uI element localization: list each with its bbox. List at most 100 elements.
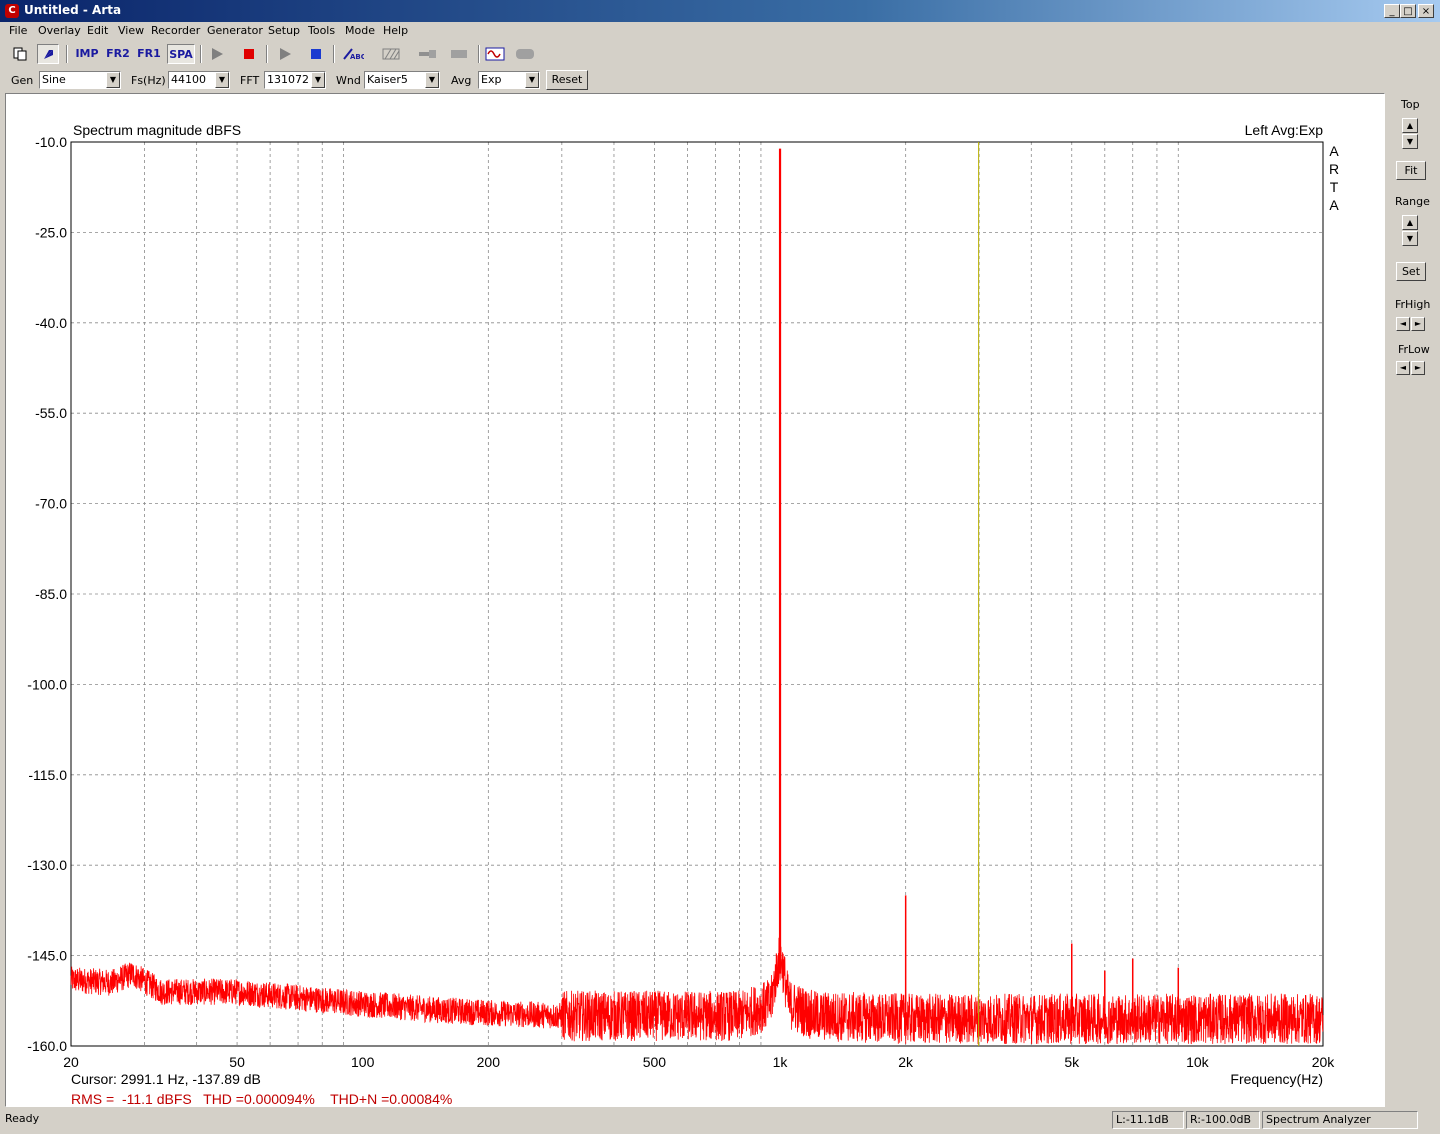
range-up-icon[interactable]: ▲ (1402, 215, 1418, 230)
status-ready: Ready (5, 1112, 40, 1125)
gray-rect-icon[interactable] (446, 44, 472, 64)
control-bar: Gen Sine ▼ Fs(Hz) 44100 ▼ FFT 131072 ▼ W… (0, 68, 1440, 92)
imp-mode-button[interactable]: IMP (74, 44, 100, 64)
play-generator-icon[interactable] (274, 44, 296, 64)
wnd-label: Wnd (336, 74, 361, 87)
y-tick-label: -145.0 (27, 948, 67, 964)
rms-thd-readout: RMS = -11.1 dBFS THD =0.000094% THD+N =0… (71, 1091, 452, 1106)
spectrum-chart[interactable]: -10.0 -25.0 -40.0 -55.0 -70.0 -85.0 -100.0 -115… (6, 94, 1384, 1106)
stop-icon[interactable] (305, 44, 327, 64)
minimize-icon[interactable]: _ (1384, 4, 1400, 18)
spa-mode-button[interactable]: SPA (167, 44, 195, 64)
x-axis-label: Frequency(Hz) (1230, 1071, 1323, 1087)
play-icon[interactable] (206, 44, 228, 64)
menu-setup[interactable]: Setup (268, 24, 300, 37)
y-tick-label: -70.0 (35, 496, 67, 512)
frhigh-right-icon[interactable]: ► (1411, 317, 1425, 331)
y-tick-label: -40.0 (35, 315, 67, 331)
avg-select[interactable]: Exp ▼ (478, 71, 540, 89)
spectrum-plot-panel[interactable]: -10.0 -25.0 -40.0 -55.0 -70.0 -85.0 -100.0 -115… (5, 93, 1385, 1107)
status-right-level: R:-100.0dB (1186, 1111, 1260, 1129)
fft-select[interactable]: 131072 ▼ (264, 71, 326, 89)
toolbar-separator (266, 45, 268, 63)
top-up-icon[interactable]: ▲ (1402, 118, 1418, 133)
fs-label: Fs(Hz) (131, 74, 166, 87)
range-down-icon[interactable]: ▼ (1402, 231, 1418, 246)
probe-icon[interactable] (415, 44, 441, 64)
avg-label: Avg (451, 74, 472, 87)
fit-button[interactable]: Fit (1396, 161, 1426, 180)
menu-file[interactable]: File (9, 24, 27, 37)
abc-overlay-icon[interactable]: ABC (340, 44, 366, 64)
y-tick-label: -55.0 (35, 405, 67, 421)
menu-tools[interactable]: Tools (308, 24, 335, 37)
y-tick-label: -10.0 (35, 134, 67, 150)
wnd-value: Kaiser5 (367, 73, 408, 86)
fr2-mode-button[interactable]: FR2 (105, 44, 131, 64)
fft-label: FFT (240, 74, 260, 87)
gen-select[interactable]: Sine ▼ (39, 71, 121, 89)
fr1-mode-button[interactable]: FR1 (136, 44, 162, 64)
frlow-left-icon[interactable]: ◄ (1396, 361, 1410, 375)
frhigh-left-icon[interactable]: ◄ (1396, 317, 1410, 331)
arta-app-icon[interactable]: C (5, 4, 19, 18)
chevron-down-icon[interactable]: ▼ (106, 72, 120, 88)
x-tick-label: 2k (898, 1054, 914, 1070)
x-tick-label: 20 (63, 1054, 79, 1070)
set-button[interactable]: Set (1396, 262, 1426, 281)
gen-label: Gen (11, 74, 34, 87)
arta-watermark-letter: R (1329, 161, 1339, 177)
y-tick-label: -100.0 (27, 676, 67, 692)
fs-value: 44100 (171, 73, 206, 86)
status-left-level: L:-11.1dB (1112, 1111, 1184, 1129)
avg-value: Exp (481, 73, 502, 86)
range-label: Range (1395, 195, 1430, 208)
maximize-icon[interactable]: □ (1400, 4, 1416, 18)
x-tick-label: 10k (1186, 1054, 1210, 1070)
hatched-icon[interactable] (378, 44, 404, 64)
window-title: Untitled - Arta (24, 3, 122, 17)
x-tick-label: 500 (643, 1054, 667, 1070)
status-bar: Ready L:-11.1dB R:-100.0dB Spectrum Anal… (0, 1109, 1440, 1134)
new-document-icon[interactable] (9, 44, 31, 64)
gen-value: Sine (42, 73, 66, 86)
cursor-readout: Cursor: 2991.1 Hz, -137.89 dB (71, 1071, 261, 1087)
chevron-down-icon[interactable]: ▼ (525, 72, 539, 88)
main-toolbar: IMP FR2 FR1 SPA ABC (0, 42, 1440, 66)
fs-select[interactable]: 44100 ▼ (168, 71, 230, 89)
close-icon[interactable]: × (1418, 4, 1434, 18)
chevron-down-icon[interactable]: ▼ (215, 72, 229, 88)
x-tick-label: 5k (1064, 1054, 1080, 1070)
frlow-right-icon[interactable]: ► (1411, 361, 1425, 375)
y-tick-label: -160.0 (27, 1038, 67, 1054)
spectrum-noise-trace (70, 937, 1324, 1045)
top-down-icon[interactable]: ▼ (1402, 134, 1418, 149)
menu-generator[interactable]: Generator (207, 24, 263, 37)
menu-mode[interactable]: Mode (345, 24, 375, 37)
chevron-down-icon[interactable]: ▼ (311, 72, 325, 88)
menu-edit[interactable]: Edit (87, 24, 108, 37)
record-stop-icon[interactable] (238, 44, 260, 64)
y-tick-label: -25.0 (35, 224, 67, 240)
menu-recorder[interactable]: Recorder (151, 24, 200, 37)
menu-overlay[interactable]: Overlay (38, 24, 81, 37)
top-label: Top (1401, 98, 1420, 111)
reset-button[interactable]: Reset (546, 70, 588, 90)
svg-text:ABC: ABC (350, 53, 364, 61)
fft-value: 131072 (267, 73, 309, 86)
menu-view[interactable]: View (118, 24, 144, 37)
sine-wave-icon[interactable] (483, 44, 507, 64)
x-tick-label: 100 (351, 1054, 375, 1070)
y-tick-label: -85.0 (35, 586, 67, 602)
y-tick-label: -130.0 (27, 857, 67, 873)
gray-rounded-icon[interactable] (513, 44, 537, 64)
x-tick-label: 20k (1312, 1054, 1336, 1070)
chevron-down-icon[interactable]: ▼ (425, 72, 439, 88)
menu-help[interactable]: Help (383, 24, 408, 37)
x-tick-label: 200 (477, 1054, 501, 1070)
wnd-select[interactable]: Kaiser5 ▼ (364, 71, 440, 89)
toolbar-separator (66, 45, 68, 63)
cursor-tool-icon[interactable] (37, 44, 59, 64)
x-tick-label: 50 (229, 1054, 245, 1070)
menu-bar: File Overlay Edit View Recorder Generato… (0, 22, 1440, 41)
